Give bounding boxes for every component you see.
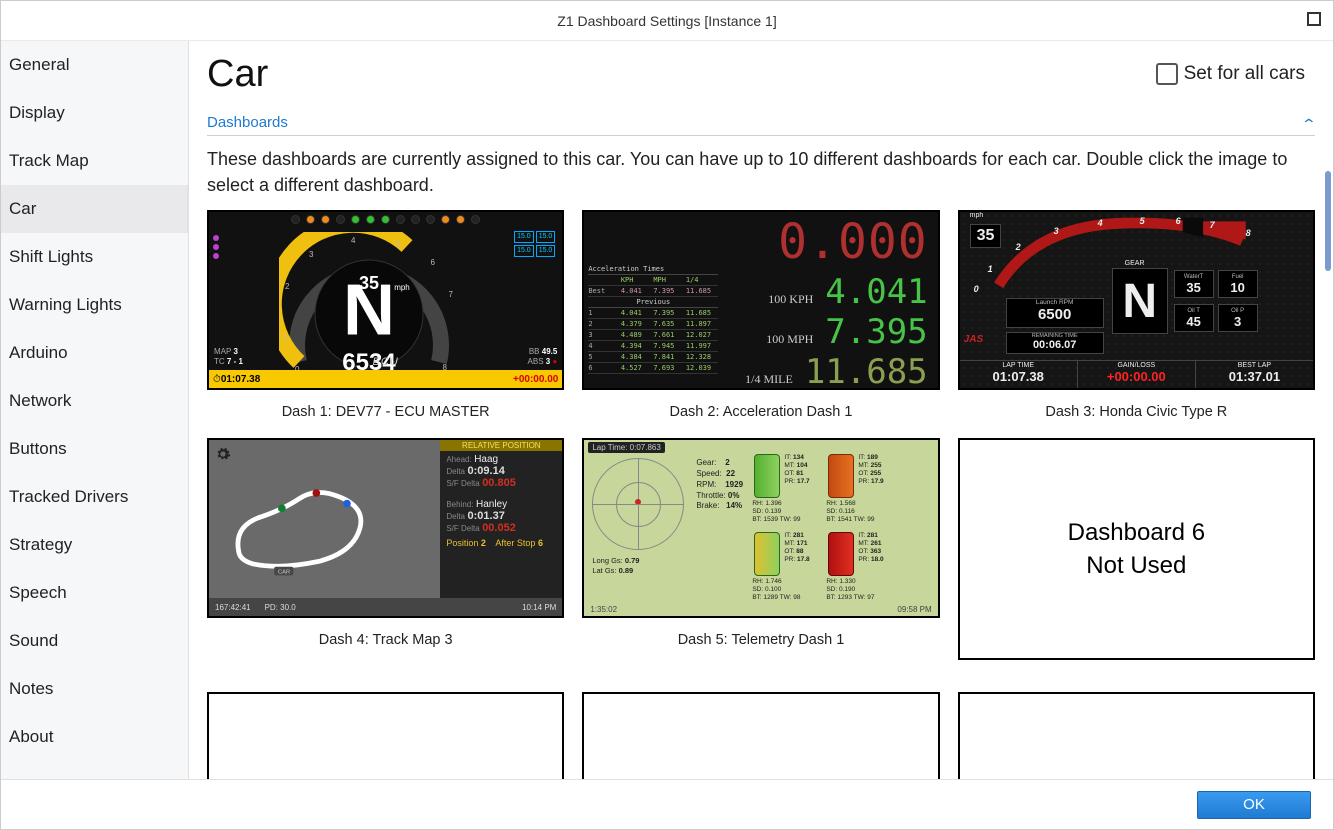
dashboard-thumb-6[interactable]: Dashboard 6Not Used bbox=[958, 438, 1315, 660]
dashboard-caption: Dash 3: Honda Civic Type R bbox=[1045, 404, 1227, 420]
gear-icon bbox=[215, 446, 231, 462]
dashboard-slot-5: Lap Time: 0:07.863 Long Gs: 0.79 Lat Gs:… bbox=[582, 438, 939, 674]
page-title: Car bbox=[207, 53, 1315, 96]
dashboard-caption: Dash 4: Track Map 3 bbox=[319, 632, 453, 648]
sidebar-item-display[interactable]: Display bbox=[1, 89, 188, 137]
sidebar: GeneralDisplayTrack MapCarShift LightsWa… bbox=[1, 41, 189, 779]
sidebar-item-about[interactable]: About bbox=[1, 713, 188, 761]
dashboard-thumb-1[interactable]: 0 1 2 3 4 5 6 7 8 35 mph bbox=[207, 210, 564, 390]
content[interactable]: Car Set for all cars Dashboards ⌃ These … bbox=[189, 41, 1333, 779]
dashboard-grid: 0 1 2 3 4 5 6 7 8 35 mph bbox=[207, 210, 1315, 779]
dashboard-caption: Dash 1: DEV77 - ECU MASTER bbox=[282, 404, 490, 420]
dashboard-slot-3: 0 1 2 3 4 5 6 7 8 mph 35 bbox=[958, 210, 1315, 420]
dashboard-slot-2: 0.000 Acceleration Times KPHMPH1/4 Best4… bbox=[582, 210, 939, 420]
dashboard-thumb-5[interactable]: Lap Time: 0:07.863 Long Gs: 0.79 Lat Gs:… bbox=[582, 438, 939, 618]
svg-text:CAR: CAR bbox=[278, 570, 290, 576]
dashboard-slot-7 bbox=[207, 692, 564, 779]
set-for-all-cars-checkbox[interactable]: Set for all cars bbox=[1156, 63, 1305, 85]
checkbox-icon[interactable] bbox=[1156, 63, 1178, 85]
dashboard-thumb-8[interactable] bbox=[582, 692, 939, 779]
section-label: Dashboards bbox=[207, 114, 288, 135]
section-description: These dashboards are currently assigned … bbox=[207, 146, 1315, 198]
dashboard-caption: Dash 5: Telemetry Dash 1 bbox=[678, 632, 845, 648]
window-title: Z1 Dashboard Settings [Instance 1] bbox=[557, 13, 776, 29]
body: GeneralDisplayTrack MapCarShift LightsWa… bbox=[1, 41, 1333, 779]
dashboard-slot-6: Dashboard 6Not Used bbox=[958, 438, 1315, 674]
sidebar-item-tracked-drivers[interactable]: Tracked Drivers bbox=[1, 473, 188, 521]
titlebar: Z1 Dashboard Settings [Instance 1] bbox=[1, 1, 1333, 41]
dashboard-thumb-3[interactable]: 0 1 2 3 4 5 6 7 8 mph 35 bbox=[958, 210, 1315, 390]
sidebar-item-general[interactable]: General bbox=[1, 41, 188, 89]
dashboard-thumb-7[interactable] bbox=[207, 692, 564, 779]
dashboard-thumb-2[interactable]: 0.000 Acceleration Times KPHMPH1/4 Best4… bbox=[582, 210, 939, 390]
dashboard-slot-1: 0 1 2 3 4 5 6 7 8 35 mph bbox=[207, 210, 564, 420]
main: Car Set for all cars Dashboards ⌃ These … bbox=[189, 41, 1333, 779]
maximize-icon[interactable] bbox=[1307, 12, 1321, 26]
sidebar-item-shift-lights[interactable]: Shift Lights bbox=[1, 233, 188, 281]
window: Z1 Dashboard Settings [Instance 1] Gener… bbox=[0, 0, 1334, 830]
dashboard-slot-4: CAR RELATIVE POSITION Ahead: Haag Delta … bbox=[207, 438, 564, 674]
sidebar-item-car[interactable]: Car bbox=[1, 185, 188, 233]
sidebar-item-arduino[interactable]: Arduino bbox=[1, 329, 188, 377]
dashboard-thumb-9[interactable] bbox=[958, 692, 1315, 779]
sidebar-item-notes[interactable]: Notes bbox=[1, 665, 188, 713]
dashboard-thumb-4[interactable]: CAR RELATIVE POSITION Ahead: Haag Delta … bbox=[207, 438, 564, 618]
set-all-label: Set for all cars bbox=[1184, 63, 1305, 85]
dashboard-slot-8 bbox=[582, 692, 939, 779]
sidebar-item-sound[interactable]: Sound bbox=[1, 617, 188, 665]
sidebar-item-warning-lights[interactable]: Warning Lights bbox=[1, 281, 188, 329]
sidebar-item-track-map[interactable]: Track Map bbox=[1, 137, 188, 185]
dashboard-slot-9 bbox=[958, 692, 1315, 779]
sidebar-item-network[interactable]: Network bbox=[1, 377, 188, 425]
chevron-up-icon[interactable]: ⌃ bbox=[1301, 116, 1317, 133]
bottombar: OK bbox=[1, 779, 1333, 829]
sidebar-item-buttons[interactable]: Buttons bbox=[1, 425, 188, 473]
scrollbar[interactable] bbox=[1325, 171, 1331, 271]
dashboard-caption: Dash 2: Acceleration Dash 1 bbox=[670, 404, 853, 420]
sidebar-item-strategy[interactable]: Strategy bbox=[1, 521, 188, 569]
dashboards-section-header[interactable]: Dashboards ⌃ bbox=[207, 114, 1315, 136]
sidebar-item-speech[interactable]: Speech bbox=[1, 569, 188, 617]
ok-button[interactable]: OK bbox=[1197, 791, 1311, 819]
